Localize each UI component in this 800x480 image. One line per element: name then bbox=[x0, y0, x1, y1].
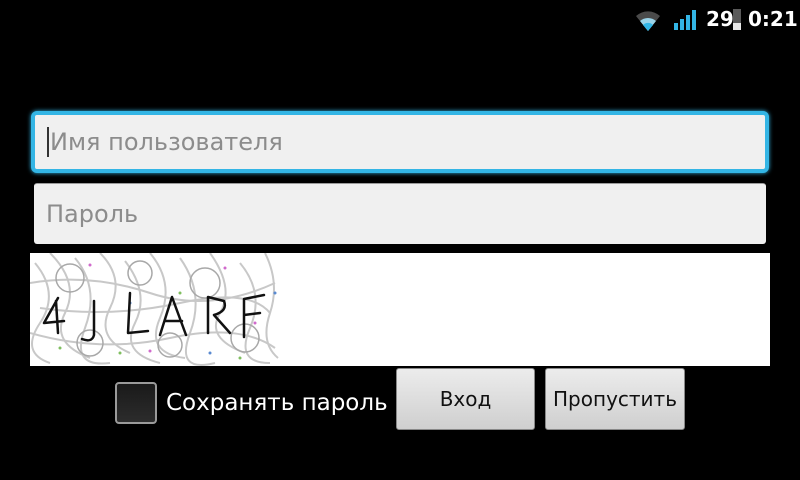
remember-password-checkbox[interactable] bbox=[115, 382, 157, 424]
password-field[interactable]: Пароль bbox=[34, 183, 766, 244]
remember-password-label[interactable]: Сохранять пароль bbox=[166, 390, 388, 416]
battery-icon bbox=[733, 9, 741, 30]
remember-password-row[interactable]: Сохранять пароль bbox=[115, 379, 388, 427]
username-field[interactable]: Имя пользователя bbox=[31, 111, 769, 173]
password-placeholder: Пароль bbox=[46, 200, 139, 228]
username-placeholder: Имя пользователя bbox=[50, 128, 283, 156]
captcha-image bbox=[30, 253, 770, 366]
skip-button[interactable]: Пропустить bbox=[545, 368, 685, 430]
captcha-noise bbox=[30, 253, 279, 366]
text-cursor bbox=[47, 127, 49, 157]
clock: 0:21 bbox=[748, 7, 798, 31]
wifi-icon bbox=[636, 11, 660, 31]
login-screen: 29 0:21 Имя пользователя Пароль Сохранят… bbox=[0, 0, 800, 480]
battery-percentage: 29 bbox=[706, 7, 734, 31]
status-bar: 29 0:21 bbox=[0, 0, 800, 38]
login-button[interactable]: Вход bbox=[396, 368, 535, 430]
cell-signal-icon bbox=[674, 10, 696, 30]
